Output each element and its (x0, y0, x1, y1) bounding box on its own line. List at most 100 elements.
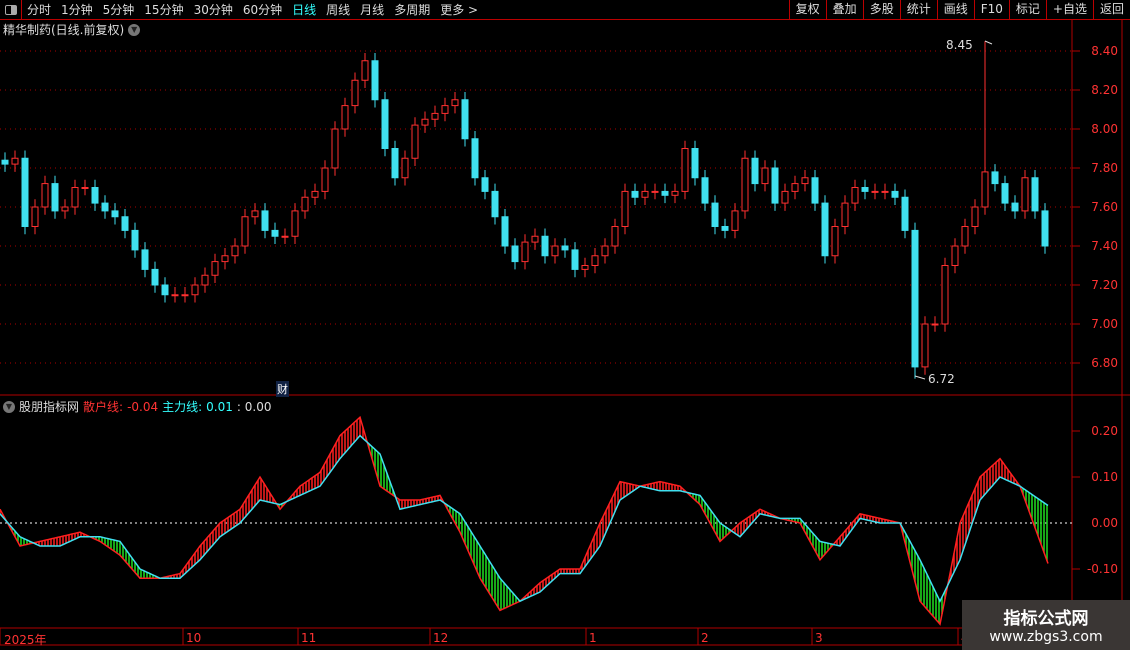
candle-body (341, 105, 349, 130)
price-tick: 6.80 (1091, 356, 1118, 370)
candle-body (471, 138, 479, 179)
candle-body (461, 99, 469, 140)
candle-body (11, 157, 19, 165)
candle-body (871, 190, 879, 193)
candle-body (741, 157, 749, 212)
candle-body (1, 159, 9, 165)
candle-body (111, 210, 119, 218)
candle-body (941, 265, 949, 325)
watermark-name: 指标公式网 (1003, 609, 1089, 629)
candle-body (771, 167, 779, 204)
candle-body (511, 245, 519, 263)
candle-body (301, 196, 309, 212)
candle-body (1011, 202, 1019, 212)
price-tick: 7.20 (1091, 278, 1118, 292)
candle-body (821, 202, 829, 257)
candle-body (611, 226, 619, 247)
candle-body (431, 112, 439, 120)
candle-body (221, 255, 229, 263)
candle-body (531, 235, 539, 243)
indicator-tick: 0.00 (1091, 516, 1118, 530)
price-tick: 7.80 (1091, 161, 1118, 175)
candle-body (921, 323, 929, 368)
price-tick: 7.00 (1091, 317, 1118, 331)
price-tick: 8.40 (1091, 44, 1118, 58)
candle-body (681, 148, 689, 192)
chevron-down-icon[interactable]: ▼ (3, 400, 15, 413)
candle-body (401, 157, 409, 179)
indicator-tick: 0.10 (1091, 470, 1118, 484)
date-label: 12 (433, 631, 449, 645)
candle-body (1001, 183, 1009, 204)
candle-body (181, 294, 189, 297)
candle-body (241, 216, 249, 247)
candle-body (131, 229, 139, 251)
candle-body (551, 245, 559, 257)
candle-body (971, 206, 979, 227)
candle-body (151, 268, 159, 286)
candle-body (811, 177, 819, 204)
candle-body (361, 60, 369, 81)
candle-body (171, 294, 179, 297)
main-line-value: 0.01 (206, 399, 233, 414)
candle-body (621, 190, 629, 227)
candle-body (191, 284, 199, 296)
candle-body (1031, 177, 1039, 212)
candle-body (751, 157, 759, 185)
candle-body (991, 171, 999, 185)
date-label: 1 (589, 631, 597, 645)
candle-body (791, 183, 799, 192)
indicator-tick: -0.10 (1086, 562, 1118, 576)
date-label: 10 (186, 631, 202, 645)
candle-body (211, 261, 219, 276)
candle-body (631, 190, 639, 198)
candle-body (881, 190, 889, 193)
chart-canvas[interactable] (0, 0, 1130, 650)
candle-body (161, 284, 169, 296)
candle-body (1021, 177, 1029, 212)
main-line (0, 434, 1049, 603)
price-tick: 7.40 (1091, 239, 1118, 253)
candle-body (571, 249, 579, 270)
watermark-url: www.zbgs3.com (989, 629, 1103, 645)
candle-body (581, 265, 589, 270)
high-price-label: 8.45 (946, 38, 973, 52)
candle-body (451, 99, 459, 107)
candle-body (901, 196, 909, 231)
indicator-legend: ▼ 股朋指标网 散户线: -0.04 主力线: 0.01 : 0.00 (3, 398, 271, 415)
candle-body (281, 235, 289, 238)
candle-body (591, 255, 599, 266)
indicator-name: 股朋指标网 (19, 400, 80, 414)
candle-body (501, 216, 509, 247)
candle-body (671, 190, 679, 196)
finance-marker[interactable]: 财 (276, 381, 289, 397)
date-label: 11 (301, 631, 317, 645)
candle-body (71, 187, 79, 208)
candle-body (51, 183, 59, 212)
candle-body (641, 190, 649, 198)
watermark: 指标公式网 www.zbgs3.com (962, 600, 1130, 650)
candle-body (861, 187, 869, 192)
date-label: 2025年 (4, 633, 47, 647)
extra-value: : 0.00 (236, 399, 272, 414)
candle-body (541, 235, 549, 257)
candle-body (1041, 210, 1049, 247)
price-tick: 8.20 (1091, 83, 1118, 97)
candle-body (271, 229, 279, 237)
candle-body (141, 249, 149, 270)
candle-body (41, 183, 49, 208)
candle-body (911, 229, 919, 368)
retail-line (0, 415, 1049, 626)
candle-body (521, 241, 529, 263)
candle-body (891, 190, 899, 198)
high-pointer (984, 40, 993, 45)
price-tick: 7.60 (1091, 200, 1118, 214)
candle-body (561, 245, 569, 251)
main-line-label: 主力线: (162, 400, 203, 414)
candle-body (481, 177, 489, 192)
candle-body (491, 190, 499, 218)
candle-body (261, 210, 269, 231)
candle-body (701, 177, 709, 204)
candle-body (311, 190, 319, 198)
candle-body (691, 148, 699, 179)
